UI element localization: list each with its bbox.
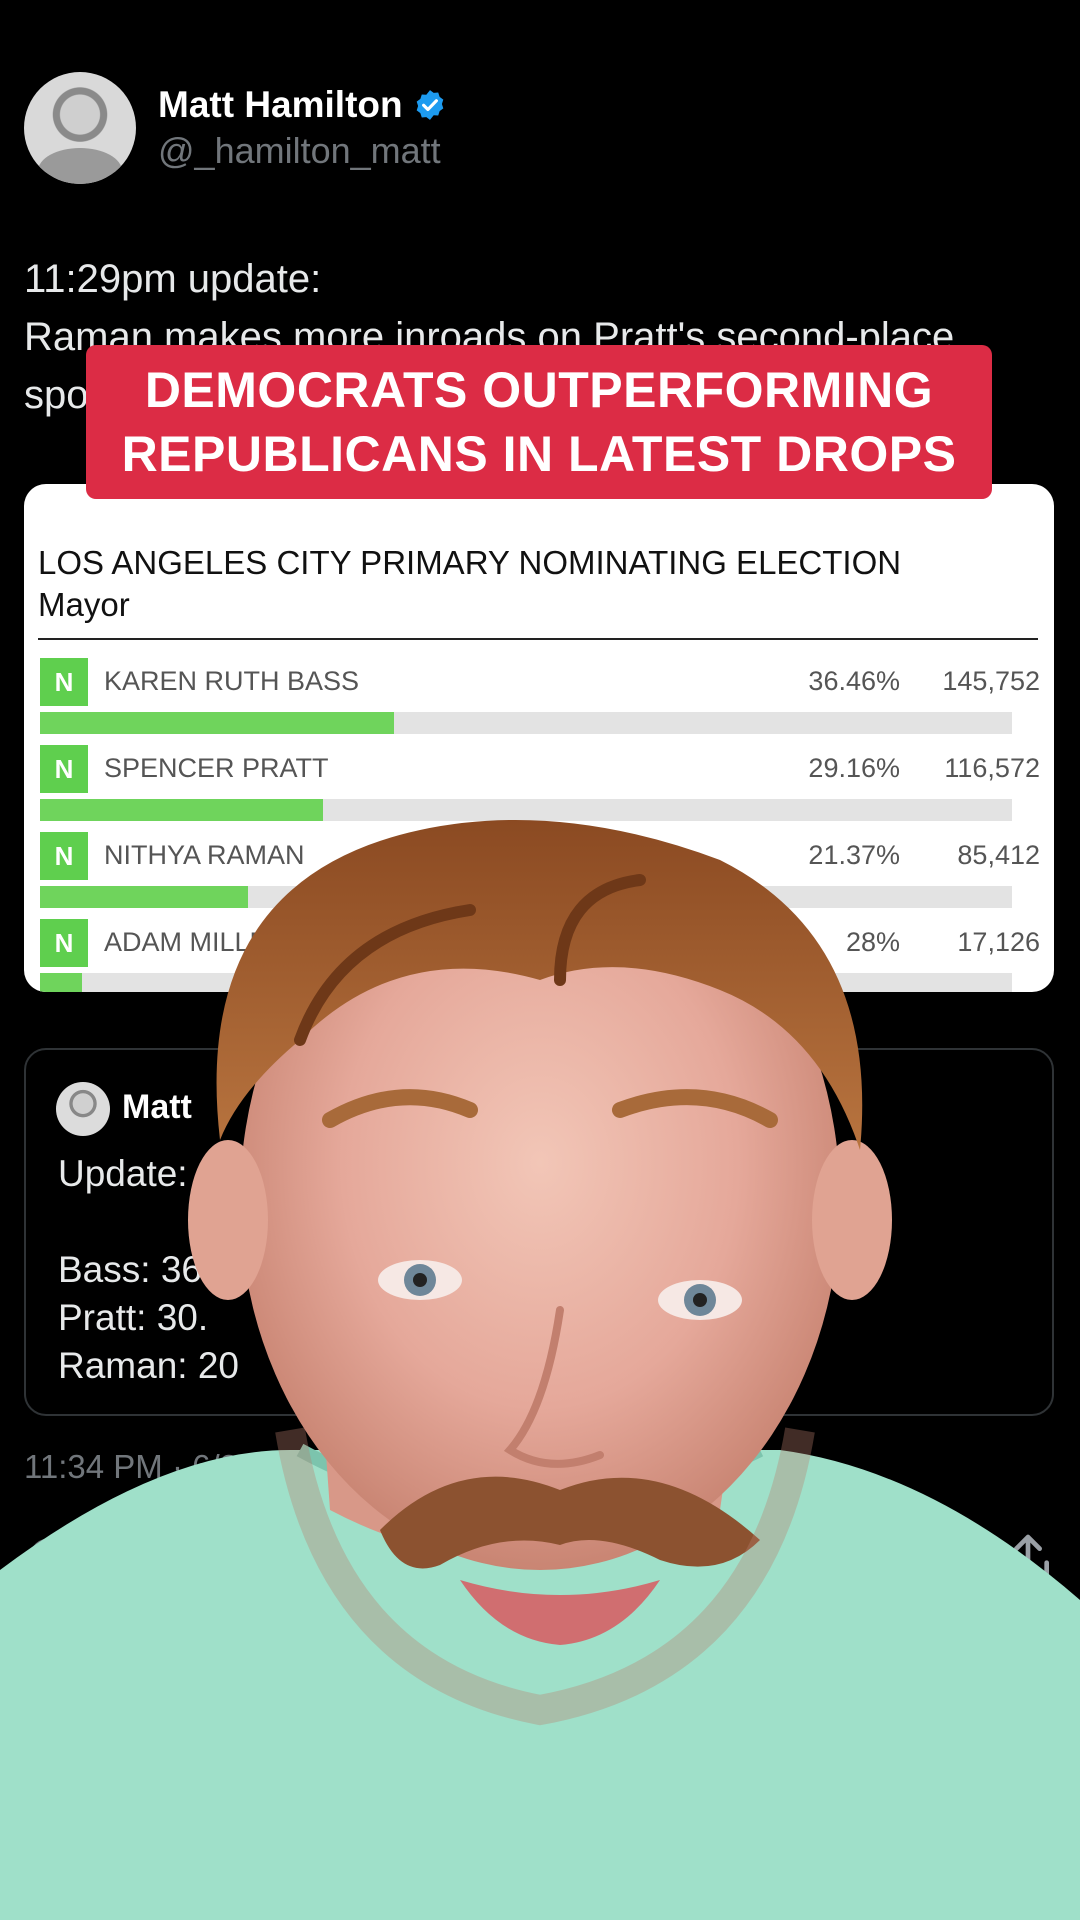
display-name-text[interactable]: Matt Hamilton — [158, 84, 403, 126]
display-name[interactable]: Matt Hamilton — [158, 84, 447, 126]
vote-bar-track — [40, 712, 1012, 734]
post-line: 11:29pm update: — [24, 257, 322, 301]
candidate-percent: 36.46% — [808, 666, 900, 696]
candidate-name: SPENCER PRATT — [104, 753, 329, 783]
results-subtitle: Mayor — [38, 586, 130, 623]
verified-badge-icon — [416, 90, 443, 120]
caption-line: DEMOCRATS OUTPERFORMING — [144, 362, 934, 418]
nominee-badge: N — [40, 658, 88, 706]
candidate-votes: 145,752 — [942, 666, 1040, 696]
candidate-percent: 29.16% — [808, 753, 900, 783]
profile-header[interactable]: Matt Hamilton @_hamilton_matt — [24, 72, 447, 184]
profile-avatar[interactable] — [24, 72, 136, 184]
candidate-name: KAREN RUTH BASS — [104, 666, 360, 696]
candidate-row: N KAREN RUTH BASS 36.46% 145,752 — [40, 658, 1040, 745]
candidate-votes: 116,572 — [944, 753, 1040, 783]
divider — [38, 638, 1038, 640]
nominee-badge: N — [40, 745, 88, 793]
results-title-text: LOS ANGELES CITY PRIMARY NOMINATING ELEC… — [38, 544, 902, 581]
handle[interactable]: @_hamilton_matt — [158, 130, 447, 172]
caption-banner: DEMOCRATS OUTPERFORMING REPUBLICANS IN L… — [86, 345, 992, 499]
results-title: LOS ANGELES CITY PRIMARY NOMINATING ELEC… — [38, 542, 901, 626]
vote-bar-fill — [40, 712, 395, 734]
profile-names: Matt Hamilton @_hamilton_matt — [158, 84, 447, 172]
presenter-video-overlay — [0, 820, 1080, 1920]
caption-line: REPUBLICANS IN LATEST DROPS — [121, 426, 957, 482]
